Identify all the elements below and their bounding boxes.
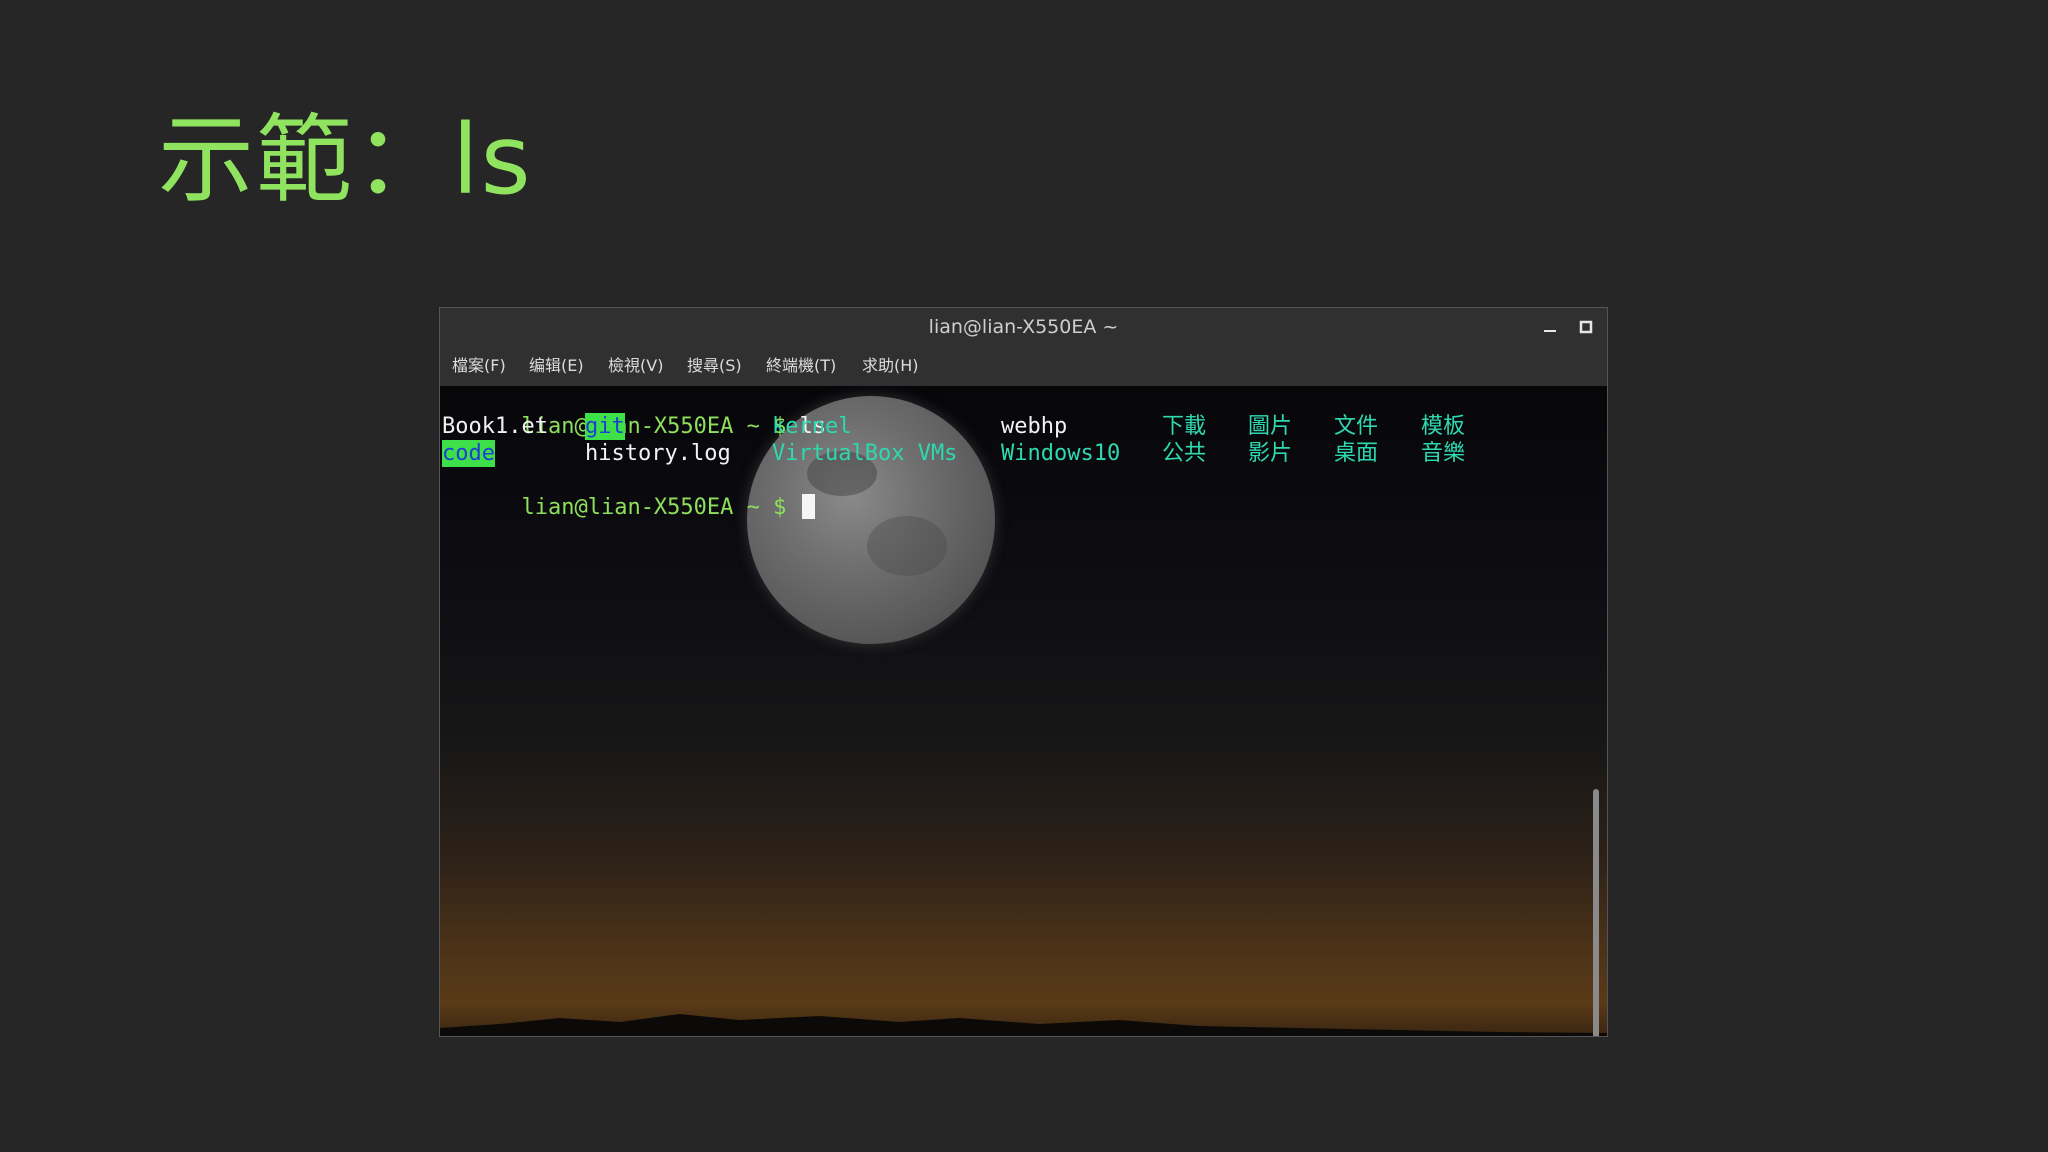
terminal-scrollbar[interactable] — [1593, 789, 1599, 1036]
ls-item-dir-highlighted: git — [585, 413, 625, 440]
menu-view[interactable]: 檢視(V) — [608, 346, 663, 386]
ls-item-dir: 公共 — [1162, 441, 1207, 466]
ls-item-dir: Windows10 — [1001, 441, 1121, 466]
hills-silhouette — [440, 1014, 1607, 1036]
ls-item-dir: kernel — [772, 414, 852, 439]
terminal-line-1: lian@lian-X550EA ~ $ ls — [442, 386, 826, 439]
window-title: lian@lian-X550EA ~ — [928, 316, 1119, 338]
menu-terminal[interactable]: 終端機(T) — [766, 346, 836, 386]
maximize-icon — [1579, 320, 1593, 334]
ls-item-dir: 影片 — [1248, 441, 1293, 466]
minimize-icon — [1544, 330, 1556, 332]
menu-search[interactable]: 搜尋(S) — [687, 346, 742, 386]
menu-bar: 檔案(F) 编辑(E) 檢視(V) 搜尋(S) 終端機(T) 求助(H) — [440, 346, 1607, 386]
ls-output-row-2: code history.log VirtualBox VMs Windows1… — [442, 440, 1602, 467]
terminal-window: lian@lian-X550EA ~ 檔案(F) 编辑(E) 檢視(V) 搜尋(… — [439, 307, 1608, 1037]
text-cursor — [801, 494, 815, 519]
slide-title: 示範：ls — [158, 104, 533, 216]
ls-item-dir: 桌面 — [1334, 441, 1379, 466]
terminal-line-current: lian@lian-X550EA ~ $ — [442, 467, 815, 520]
menu-edit[interactable]: 编辑(E) — [529, 346, 584, 386]
terminal-prompt: lian@lian-X550EA ~ $ — [521, 495, 787, 520]
maximize-button[interactable] — [1574, 315, 1598, 339]
ls-item-file: history.log — [585, 441, 731, 466]
menu-help[interactable]: 求助(H) — [862, 346, 919, 386]
ls-output-row-1: Book1.et git kernel webhp 下載 圖片 文件 模板 — [442, 413, 1602, 440]
window-titlebar[interactable]: lian@lian-X550EA ~ — [440, 308, 1607, 346]
ls-item-dir: VirtualBox VMs — [772, 441, 958, 466]
ls-item-dir: 音樂 — [1421, 441, 1466, 466]
ls-item-dir: 文件 — [1334, 414, 1379, 439]
minimize-button[interactable] — [1538, 315, 1562, 339]
menu-file[interactable]: 檔案(F) — [452, 346, 506, 386]
ls-item-dir: 圖片 — [1248, 414, 1293, 439]
ls-item-file: webhp — [1001, 414, 1068, 439]
ls-item-dir: 模板 — [1421, 414, 1466, 439]
ls-item-dir: 下載 — [1162, 414, 1207, 439]
terminal-area[interactable]: lian@lian-X550EA ~ $ ls Book1.et git ker… — [440, 386, 1607, 1036]
ls-item-dir-highlighted: code — [442, 440, 495, 467]
ls-item-file: Book1.et — [442, 414, 548, 439]
